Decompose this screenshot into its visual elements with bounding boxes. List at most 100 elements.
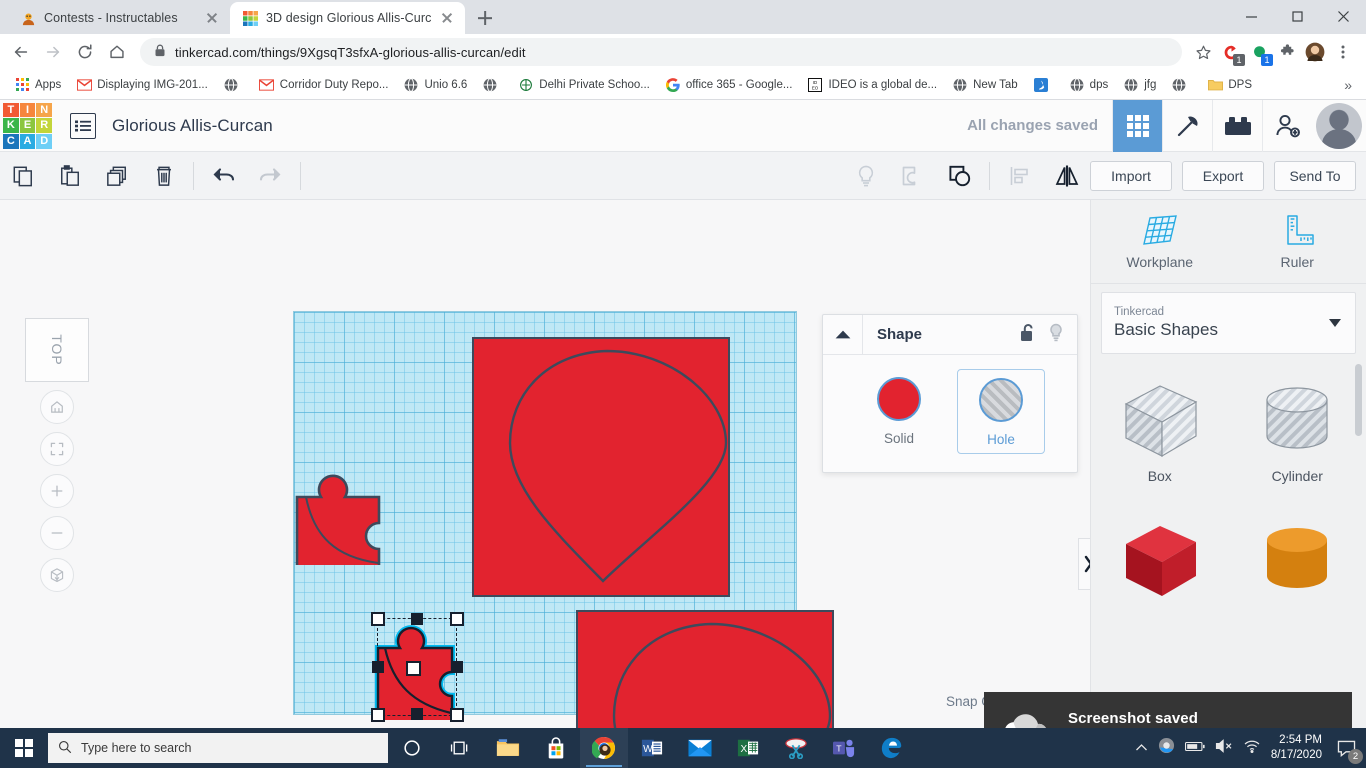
close-icon[interactable]	[439, 10, 455, 26]
bookmark-jfg[interactable]: jfg	[1117, 74, 1162, 96]
delete-button[interactable]	[140, 152, 187, 200]
resize-handle-left[interactable]	[372, 661, 384, 673]
solid-swatch-option[interactable]: Solid	[855, 369, 943, 454]
address-bar[interactable]: tinkercad.com/things/9XgsqT3sfxA-gloriou…	[140, 38, 1182, 66]
tinkercad-logo[interactable]: T I N K E R C A D	[2, 102, 53, 150]
bookmark-apps[interactable]: Apps	[8, 74, 67, 96]
heart-square-top[interactable]	[472, 337, 730, 597]
resize-handle-bottom[interactable]	[411, 708, 423, 720]
browser-tab-2[interactable]: 3D design Glorious Allis-Curcan |	[230, 2, 465, 34]
bookmark-new-tab[interactable]: New Tab	[946, 74, 1024, 96]
maximize-button[interactable]	[1274, 0, 1320, 32]
chevron-up-icon[interactable]	[823, 314, 863, 355]
bookmark-unio[interactable]: Unio 6.6	[397, 74, 473, 96]
bookmark-displaying-img[interactable]: Displaying IMG-201...	[70, 74, 214, 96]
fit-view-button[interactable]	[40, 432, 74, 466]
send-to-button[interactable]: Send To	[1274, 160, 1356, 191]
wifi-icon[interactable]	[1243, 739, 1261, 758]
align-button[interactable]	[996, 152, 1043, 200]
word-button[interactable]: W	[628, 728, 676, 768]
lightbulb-icon[interactable]	[1048, 323, 1064, 347]
duplicate-button[interactable]	[94, 152, 141, 200]
invite-button[interactable]	[1262, 99, 1312, 152]
undo-button[interactable]	[200, 152, 247, 200]
minimize-button[interactable]	[1228, 0, 1274, 32]
chrome-menu-icon[interactable]	[1330, 39, 1356, 65]
cortana-button[interactable]	[388, 728, 436, 768]
home-view-button[interactable]	[40, 390, 74, 424]
shape-item-cylinder-solid[interactable]	[1229, 500, 1366, 628]
perspective-toggle-button[interactable]	[40, 558, 74, 592]
workplane-tool[interactable]: Workplane	[1091, 200, 1229, 283]
close-icon[interactable]	[204, 10, 220, 26]
puzzle-piece-top-left[interactable]	[294, 465, 390, 565]
bookmark-star-icon[interactable]	[1190, 39, 1216, 65]
resize-handle-top-right[interactable]	[450, 612, 464, 626]
shapes-scrollbar[interactable]	[1355, 364, 1362, 436]
shape-library-select[interactable]: Tinkercad Basic Shapes	[1101, 292, 1356, 354]
zoom-out-button[interactable]	[40, 516, 74, 550]
zoom-in-button[interactable]	[40, 474, 74, 508]
redo-button[interactable]	[247, 152, 294, 200]
group-button[interactable]	[890, 152, 937, 200]
extensions-puzzle-icon[interactable]	[1274, 39, 1300, 65]
heart-square-bottom[interactable]	[576, 610, 834, 728]
chrome-button[interactable]	[580, 728, 628, 768]
profile-avatar[interactable]	[1302, 39, 1328, 65]
bookmark-globe-2[interactable]	[476, 74, 509, 96]
paste-button[interactable]	[47, 152, 94, 200]
copy-button[interactable]	[0, 152, 47, 200]
new-tab-button[interactable]	[471, 4, 499, 32]
panel-toggle-button[interactable]	[1078, 538, 1090, 590]
back-arrow-icon[interactable]	[6, 37, 36, 67]
ungroup-button[interactable]	[937, 152, 984, 200]
bookmark-office365[interactable]: office 365 - Google...	[659, 74, 799, 96]
mirror-button[interactable]	[1043, 152, 1090, 200]
import-button[interactable]: Import	[1090, 160, 1172, 191]
windows-start-icon[interactable]	[0, 728, 48, 768]
microsoft-store-button[interactable]	[532, 728, 580, 768]
bookmarks-overflow-icon[interactable]: »	[1338, 77, 1358, 93]
task-view-button[interactable]	[436, 728, 484, 768]
hole-swatch-option[interactable]: Hole	[957, 369, 1045, 454]
extension-red-icon[interactable]: 1	[1218, 39, 1245, 66]
hidden-app-icon[interactable]	[1158, 737, 1175, 759]
unlock-icon[interactable]	[1020, 323, 1036, 347]
export-button[interactable]: Export	[1182, 160, 1264, 191]
forward-arrow-icon[interactable]	[38, 37, 68, 67]
chevron-down-icon[interactable]	[1329, 319, 1341, 327]
bookmark-globe-3[interactable]	[1165, 74, 1198, 96]
chevron-up-icon[interactable]	[1135, 739, 1148, 757]
view-cube[interactable]: TOP	[25, 318, 89, 382]
shape-item-box[interactable]: Box	[1091, 368, 1229, 496]
browser-tab-1[interactable]: Contests - Instructables	[8, 2, 230, 34]
shape-item-box-solid[interactable]	[1091, 500, 1229, 628]
reload-icon[interactable]	[70, 37, 100, 67]
teams-button[interactable]: T	[820, 728, 868, 768]
design-grid-button[interactable]	[1112, 99, 1162, 152]
project-list-icon[interactable]	[70, 112, 96, 139]
resize-handle-bottom-left[interactable]	[371, 708, 385, 722]
mail-button[interactable]	[676, 728, 724, 768]
action-center-button[interactable]: 2	[1332, 734, 1363, 764]
home-icon[interactable]	[102, 37, 132, 67]
design-canvas[interactable]: TOP Shape Solid Hole Snap G	[0, 200, 1090, 728]
bookmark-blue-app[interactable]	[1027, 74, 1060, 96]
resize-handle-top[interactable]	[411, 613, 423, 625]
center-handle[interactable]	[406, 661, 421, 676]
resize-handle-bottom-right[interactable]	[450, 708, 464, 722]
note-button[interactable]	[843, 152, 890, 200]
excel-button[interactable]: X	[724, 728, 772, 768]
shape-item-cylinder[interactable]: Cylinder	[1229, 368, 1366, 496]
bookmark-globe-1[interactable]	[217, 74, 250, 96]
clock[interactable]: 2:54 PM 8/17/2020	[1271, 733, 1322, 763]
close-button[interactable]	[1320, 0, 1366, 32]
bookmark-corridor-duty[interactable]: Corridor Duty Repo...	[253, 74, 395, 96]
avatar[interactable]	[1316, 102, 1362, 149]
bookmark-ideo[interactable]: ID EO IDEO is a global de...	[801, 74, 943, 96]
hole-swatch[interactable]	[979, 378, 1023, 422]
volume-muted-icon[interactable]	[1215, 738, 1233, 758]
bookmark-delhi-private-school[interactable]: Delhi Private Schoo...	[512, 74, 656, 96]
bookmark-dps-folder[interactable]: DPS	[1201, 74, 1258, 96]
bookmark-dps-lower[interactable]: dps	[1063, 74, 1115, 96]
